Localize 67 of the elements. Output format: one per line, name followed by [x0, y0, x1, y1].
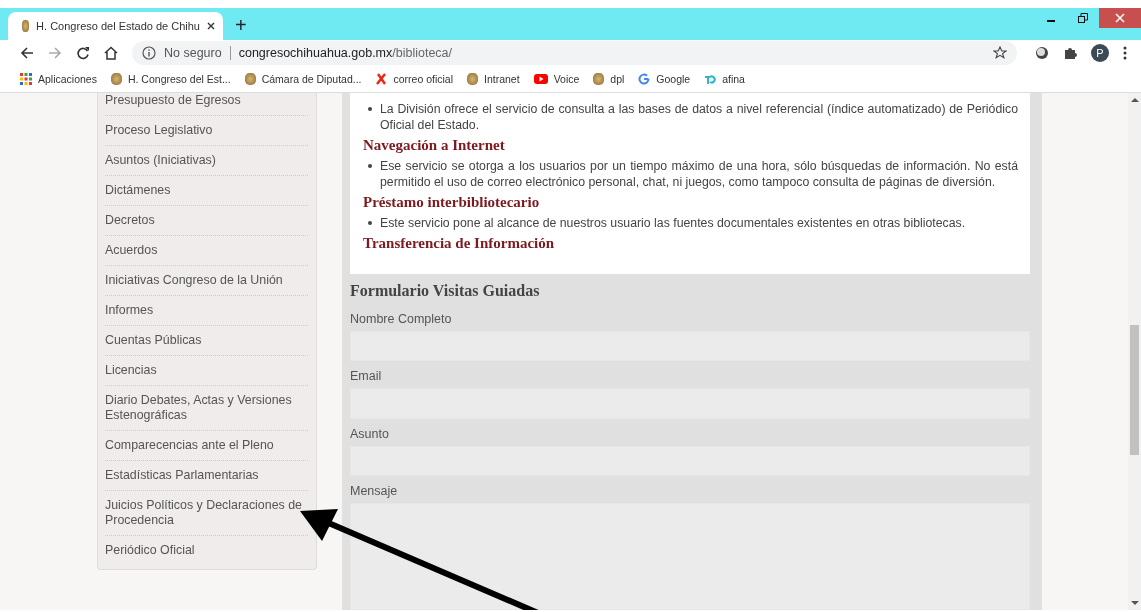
- bookmark-link[interactable]: Cámara de Diputad...: [244, 73, 362, 85]
- seal-icon: [244, 73, 256, 85]
- puzzle-icon[interactable]: [1063, 46, 1077, 60]
- sidebar-link[interactable]: Diario Debates, Actas y Versiones Estenográficas: [105, 386, 308, 431]
- sidebar-link[interactable]: Licencias: [105, 356, 308, 386]
- bullet-icon: [368, 164, 372, 168]
- bookmark-link[interactable]: Aplicaciones: [20, 73, 97, 85]
- sidebar-link[interactable]: Acuerdos: [105, 236, 308, 266]
- section-heading: Transferencia de Información: [363, 235, 556, 252]
- service-description: Este servicio pone al alcance de nuestros usuario las fuentes documentales existentes en otras bibliotecas.: [380, 215, 966, 231]
- seal-icon: [22, 20, 30, 32]
- bullet-icon: [368, 221, 372, 225]
- form-title: Formulario Visitas Guiadas: [350, 282, 541, 300]
- bookmark-link[interactable]: H. Congreso del Est...: [110, 73, 231, 85]
- home-icon[interactable]: [104, 46, 118, 60]
- seal-icon: [467, 73, 478, 85]
- tp-logo-icon: [704, 73, 717, 85]
- url-text: congresochihuahua.gob.mx/biblioteca/: [238, 46, 453, 60]
- sidebar-link[interactable]: Iniciativas Congreso de la Unión: [105, 266, 308, 296]
- bookmark-link[interactable]: Voice: [533, 73, 580, 85]
- g-logo-icon: [638, 73, 651, 85]
- back-arrow-icon[interactable]: [20, 46, 34, 60]
- new-tab-button[interactable]: +: [235, 14, 247, 36]
- sidebar-link[interactable]: Asuntos (Iniciativas): [105, 146, 308, 176]
- scroll-up-icon[interactable]: [1130, 97, 1139, 103]
- field-label: Mensaje: [350, 484, 399, 499]
- address-bar[interactable]: No seguro congresochihuahua.gob.mx/biblioteca/: [132, 41, 1017, 65]
- section-heading: Préstamo interbibliotecario: [363, 194, 541, 211]
- bullet-icon: [368, 107, 372, 111]
- reload-icon[interactable]: [76, 46, 90, 60]
- seal-icon: [110, 73, 122, 85]
- play-icon: [533, 74, 548, 84]
- close-icon[interactable]: [207, 22, 215, 30]
- service-description: Ese servicio se otorga a los usuarios por un tiempo máximo de una hora, sólo búsquedas de información. No está permitido el uso de correo electrónico personal, chat, ni juegos, como tampoco consulta de páginas de diversión.: [380, 158, 1018, 190]
- bookmark-link[interactable]: Intranet: [467, 73, 520, 85]
- sidebar-link[interactable]: Cuentas Públicas: [105, 326, 308, 356]
- security-label: No seguro: [164, 46, 231, 60]
- sidebar-link[interactable]: Proceso Legislativo: [105, 116, 308, 146]
- grid-icon: [20, 73, 32, 85]
- service-description: La División ofrece el servicio de consulta a las bases de datos a nivel referencial (índice automatizado) de Periódico Oficial del Estado.: [380, 101, 1018, 133]
- sidebar-link[interactable]: Dictámenes: [105, 176, 308, 206]
- sidebar-link[interactable]: Periódico Oficial: [105, 536, 308, 565]
- field-label: Email: [350, 369, 383, 384]
- bookmark-link[interactable]: afina: [704, 73, 745, 85]
- info-icon: [142, 46, 156, 60]
- seal-icon: [593, 73, 605, 85]
- sidebar-link[interactable]: Estadísticas Parlamentarias: [105, 461, 308, 491]
- more-menu-icon[interactable]: [1123, 46, 1127, 60]
- bookmark-link[interactable]: correo oficial: [375, 73, 453, 85]
- browser-tab[interactable]: H. Congreso del Estado de Chihu: [8, 12, 223, 40]
- bookmark-link[interactable]: dpl: [593, 73, 625, 85]
- circle-extension-icon[interactable]: [1035, 46, 1049, 60]
- field-label: Asunto: [350, 426, 390, 441]
- tab-title: H. Congreso del Estado de Chihu: [36, 20, 200, 32]
- section-heading: Navegación a Internet: [363, 137, 506, 154]
- scroll-down-icon[interactable]: [1130, 600, 1139, 606]
- sidebar-link[interactable]: Informes: [105, 296, 308, 326]
- scrollbar-thumb[interactable]: [1130, 325, 1139, 455]
- star-icon[interactable]: [993, 46, 1007, 60]
- sidebar-link[interactable]: Comparecencias ante el Pleno: [105, 431, 308, 461]
- sidebar-link[interactable]: Decretos: [105, 206, 308, 236]
- field-label: Nombre Completo: [350, 312, 453, 326]
- sidebar-link[interactable]: Presupuesto de Egresos: [105, 93, 308, 116]
- bookmark-link[interactable]: Google: [638, 73, 691, 85]
- cross-icon: [375, 73, 388, 85]
- message-field[interactable]: [350, 503, 1030, 610]
- profile-avatar[interactable]: P: [1091, 44, 1109, 62]
